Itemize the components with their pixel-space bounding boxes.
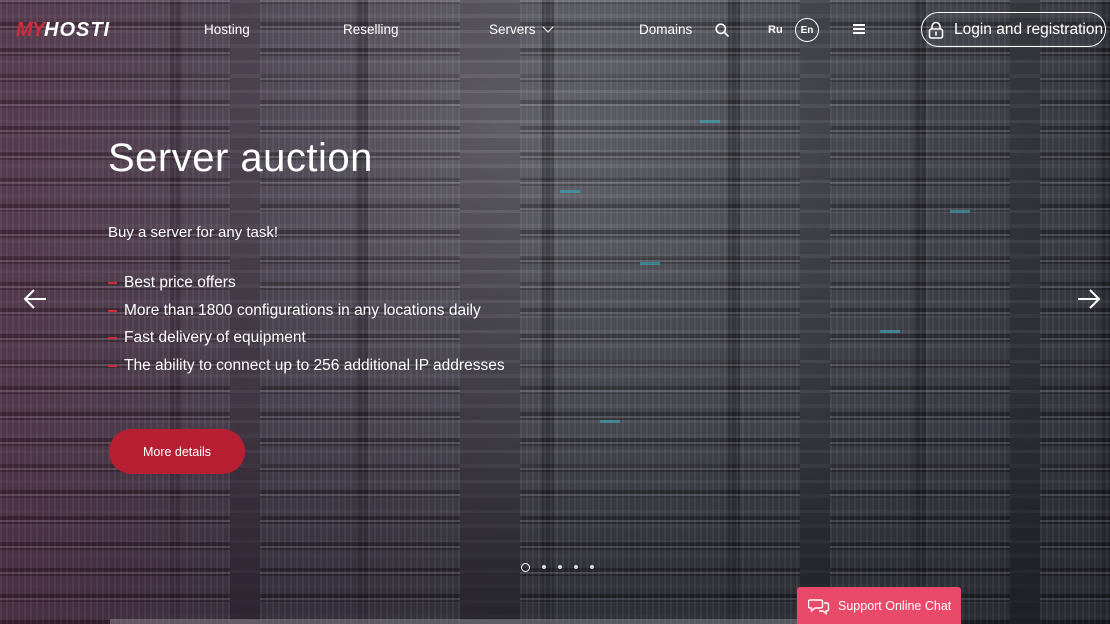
logo-name: HOSTI xyxy=(44,18,111,41)
menu-icon[interactable] xyxy=(853,24,865,34)
login-button[interactable]: Login and registration xyxy=(921,12,1106,47)
rack-light xyxy=(600,420,620,423)
slider-pagination xyxy=(521,562,606,572)
arrow-right-icon[interactable] xyxy=(1076,287,1102,311)
menu-bar xyxy=(853,28,865,30)
support-chat-label: Support Online Chat xyxy=(838,598,952,613)
logo-prefix: MY xyxy=(16,18,45,41)
nav-reselling[interactable]: Reselling xyxy=(343,22,399,37)
chat-icon xyxy=(808,598,830,615)
menu-bar xyxy=(853,32,865,34)
support-chat-button[interactable]: Support Online Chat xyxy=(797,587,961,624)
feature-item: Best price offers xyxy=(108,272,505,300)
chevron-down-icon xyxy=(541,21,554,33)
nav-domains[interactable]: Domains xyxy=(639,22,692,37)
arrow-left-icon[interactable] xyxy=(22,287,48,311)
slider-dot-2[interactable] xyxy=(542,565,546,569)
search-icon[interactable] xyxy=(715,23,729,37)
slider-dot-5[interactable] xyxy=(590,565,594,569)
menu-bar xyxy=(853,24,865,26)
slider-dot-1[interactable] xyxy=(521,562,530,572)
hero-subtitle: Buy a server for any task! xyxy=(108,224,279,241)
more-details-button[interactable]: More details xyxy=(109,429,245,474)
feature-item: More than 1800 configurations in any loc… xyxy=(108,300,505,328)
rack-light xyxy=(880,330,900,333)
slider-dot-4[interactable] xyxy=(574,565,578,569)
server-rack xyxy=(1040,0,1110,624)
rack-light xyxy=(700,120,720,123)
site-header: MY HOSTI Hosting Reselling Servers Domai… xyxy=(0,0,1110,60)
language-ru[interactable]: Ru xyxy=(768,24,783,36)
language-en[interactable]: En xyxy=(795,18,819,42)
server-rack xyxy=(830,0,1010,624)
nav-servers-label: Servers xyxy=(489,22,536,37)
feature-item: Fast delivery of equipment xyxy=(108,327,505,355)
feature-list: Best price offers More than 1800 configu… xyxy=(108,272,505,382)
brand-logo[interactable]: MY HOSTI xyxy=(16,18,110,42)
slider-dot-3[interactable] xyxy=(558,565,562,569)
nav-hosting[interactable]: Hosting xyxy=(204,22,250,37)
rack-light xyxy=(950,210,970,213)
server-rack xyxy=(520,0,800,624)
login-label: Login and registration xyxy=(954,20,1104,38)
hero-title: Server auction xyxy=(108,136,373,180)
nav-servers[interactable]: Servers xyxy=(489,21,554,37)
feature-item: The ability to connect up to 256 additio… xyxy=(108,355,505,383)
lock-icon xyxy=(928,21,944,39)
rack-light xyxy=(560,190,580,193)
rack-light xyxy=(640,262,660,265)
